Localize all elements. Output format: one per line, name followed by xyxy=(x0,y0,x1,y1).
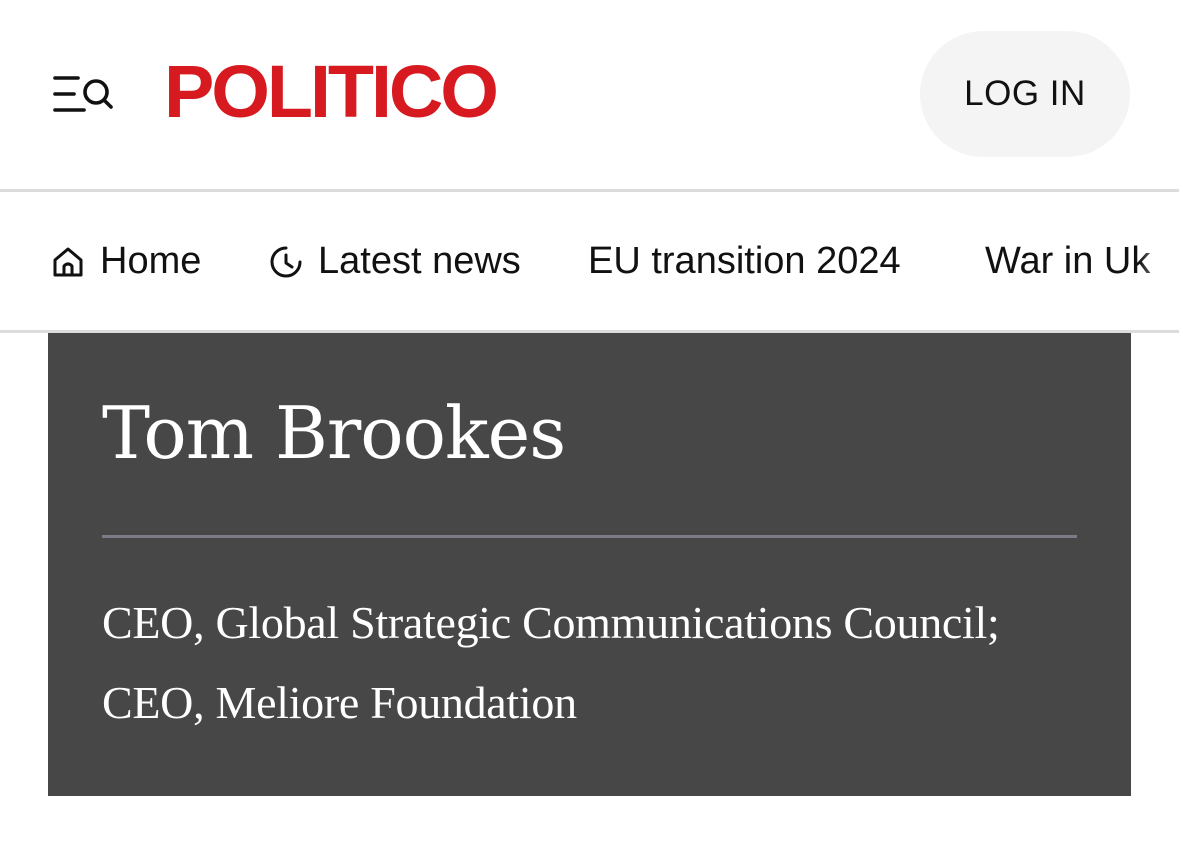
clock-icon xyxy=(268,244,304,280)
login-button[interactable]: LOG IN xyxy=(920,31,1130,157)
author-divider xyxy=(102,535,1077,538)
nav-item-label: Home xyxy=(100,240,202,282)
nav-item-latest-news[interactable]: Latest news xyxy=(268,192,521,331)
author-card: Tom Brookes CEO, Global Strategic Commun… xyxy=(48,333,1131,796)
top-navigation: Home Latest news EU transition 2024 War … xyxy=(0,192,1179,331)
nav-item-label: War in Uk xyxy=(985,240,1151,282)
politico-logo[interactable]: POLITICO xyxy=(164,52,499,132)
nav-scroll-fade xyxy=(1139,192,1179,331)
menu-search-icon xyxy=(53,76,113,112)
menu-search-button[interactable] xyxy=(52,70,116,118)
author-name: Tom Brookes xyxy=(102,391,566,475)
site-header: POLITICO LOG IN xyxy=(0,0,1179,190)
nav-item-eu-transition[interactable]: EU transition 2024 xyxy=(588,192,901,331)
nav-item-label: Latest news xyxy=(318,240,521,282)
author-title-line: CEO, Meliore Foundation xyxy=(102,677,577,728)
nav-item-war-in-ukraine[interactable]: War in Uk xyxy=(985,192,1150,331)
author-title-line: CEO, Global Strategic Communications Cou… xyxy=(102,597,1000,648)
nav-item-label: EU transition 2024 xyxy=(588,240,901,282)
nav-item-home[interactable]: Home xyxy=(50,192,201,331)
home-icon xyxy=(50,244,86,280)
author-title: CEO, Global Strategic Communications Cou… xyxy=(102,583,1092,743)
